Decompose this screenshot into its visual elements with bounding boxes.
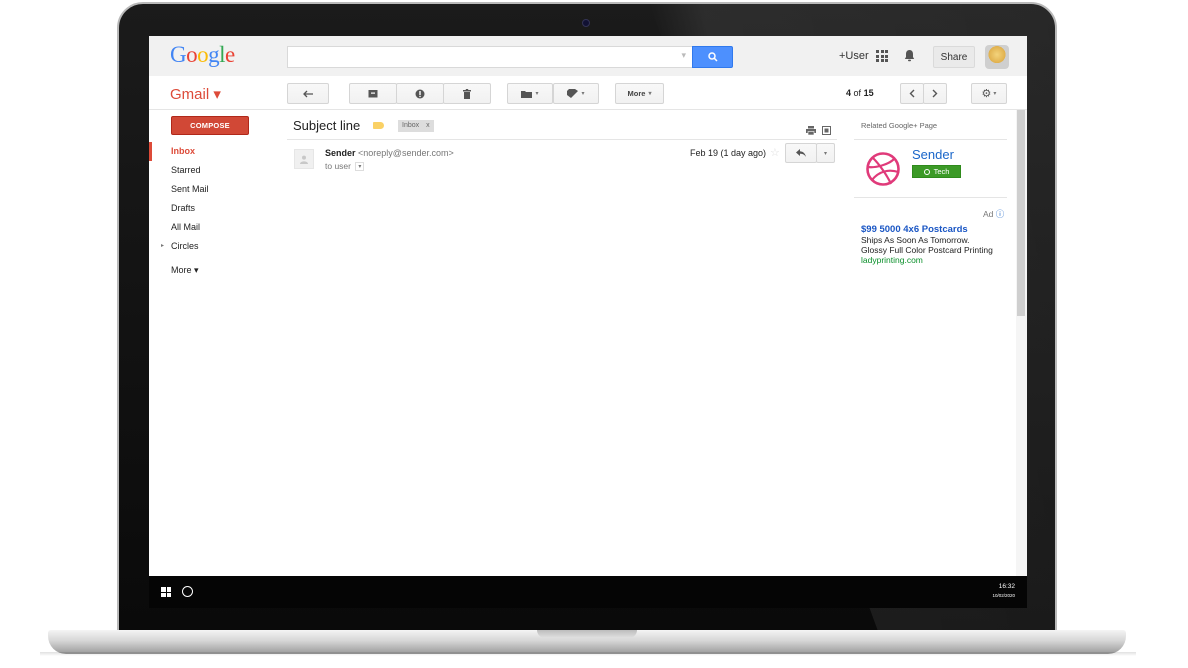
nav-item-drafts[interactable]: Drafts: [149, 199, 279, 218]
camera: [582, 19, 590, 27]
search-button[interactable]: [692, 46, 733, 68]
ad-url-link[interactable]: ladyprinting.com: [861, 255, 923, 265]
recipient-line: to user ▾: [325, 161, 365, 172]
message-date: Feb 19 (1 day ago): [690, 148, 767, 158]
search-input[interactable]: ▾: [287, 46, 693, 68]
gear-icon: ⚙: [981, 88, 992, 100]
search-options-icon[interactable]: ▾: [681, 50, 686, 61]
message-divider: [287, 139, 837, 140]
apps-grid-icon[interactable]: [876, 50, 888, 62]
related-page-heading: Related Google+ Page: [861, 121, 938, 130]
search-icon: [707, 52, 718, 62]
reply-options-button[interactable]: ▾: [816, 143, 835, 163]
email-subject: Subject line: [293, 118, 361, 133]
notifications-bell-icon[interactable]: [904, 49, 915, 67]
pagination-count: 4 of 15: [846, 88, 874, 98]
nav-item-all-mail[interactable]: All Mail: [149, 218, 279, 237]
star-icon[interactable]: ☆: [770, 146, 780, 159]
remove-label-icon[interactable]: x: [426, 122, 430, 129]
user-avatar[interactable]: [985, 45, 1009, 69]
nav-item-circles-label: Circles: [171, 241, 199, 251]
chevron-down-icon: ▾: [581, 91, 585, 97]
panel-divider: [854, 197, 1007, 198]
base-notch: [537, 630, 637, 638]
reply-arrow-icon: [796, 149, 806, 157]
compose-button[interactable]: COMPOSE: [171, 116, 249, 135]
expand-arrow-icon[interactable]: ▸: [161, 237, 164, 256]
panel-divider: [854, 139, 1007, 140]
nav-more-button[interactable]: More ▾: [149, 261, 279, 280]
spam-icon: [415, 89, 425, 98]
importance-marker-icon[interactable]: [373, 122, 384, 129]
back-arrow-icon: [302, 90, 313, 97]
more-actions-label: More: [627, 89, 646, 98]
chevron-down-icon: ▾: [993, 91, 997, 97]
back-button[interactable]: [287, 83, 329, 104]
person-icon: [300, 155, 308, 164]
sender-name[interactable]: Sender: [325, 148, 356, 158]
sender-line: Sender <noreply@sender.com>: [325, 148, 454, 158]
screen: Google ▾ +User Share Gmail ▾ ▾ ▾ More ▾ …: [149, 36, 1027, 608]
folder-icon: [521, 90, 533, 98]
inbox-label-chip[interactable]: Inbox x: [398, 120, 434, 132]
nav-item-inbox[interactable]: Inbox: [149, 142, 279, 161]
move-to-button[interactable]: ▾: [507, 83, 553, 104]
archive-button[interactable]: [349, 83, 397, 104]
plus-user-link[interactable]: +User: [839, 50, 869, 62]
more-actions-button[interactable]: More ▾: [615, 83, 664, 104]
ad-title-link[interactable]: $99 5000 4x6 Postcards: [861, 224, 968, 235]
circle-icon: [923, 168, 930, 175]
clock-time[interactable]: 16:32: [999, 583, 1015, 590]
nav-item-sent-mail[interactable]: Sent Mail: [149, 180, 279, 199]
sender-email: <noreply@sender.com>: [358, 148, 454, 158]
older-button[interactable]: [923, 83, 947, 104]
gmail-switcher[interactable]: Gmail ▾: [170, 85, 221, 103]
settings-button[interactable]: ⚙ ▾: [971, 83, 1007, 104]
ad-label-text: Ad: [983, 209, 994, 219]
action-toolbar: Gmail ▾ ▾ ▾ More ▾ 4 of 15 ⚙ ▾: [149, 76, 1027, 110]
print-icon[interactable]: [806, 122, 816, 140]
recipient-text: to user: [325, 161, 351, 171]
chevron-left-icon: [909, 89, 915, 98]
chevron-down-icon: ▾: [535, 91, 539, 97]
chevron-down-icon: ▾: [648, 91, 652, 97]
labels-button[interactable]: ▾: [553, 83, 599, 104]
google-plus-page-name[interactable]: Sender: [912, 147, 954, 162]
clock-date[interactable]: 10/02/2020: [992, 593, 1015, 598]
share-button[interactable]: Share: [933, 46, 975, 68]
dribbble-logo-icon[interactable]: [865, 151, 901, 192]
scrollbar-thumb[interactable]: [1017, 110, 1025, 316]
follow-label: Tech: [933, 167, 950, 176]
nav-item-circles[interactable]: ▸ Circles: [149, 237, 279, 256]
chevron-right-icon: [932, 89, 938, 98]
reply-button[interactable]: [785, 143, 817, 163]
label-tag-icon: [567, 89, 579, 98]
delete-button[interactable]: [443, 83, 491, 104]
cortana-search-icon[interactable]: [182, 586, 193, 597]
google-logo[interactable]: Google: [170, 42, 235, 68]
inbox-label-text: Inbox: [402, 122, 420, 129]
ad-description-line: Ships As Soon As Tomorrow.: [861, 235, 970, 245]
archive-icon: [368, 90, 378, 98]
report-spam-button[interactable]: [396, 83, 444, 104]
nav-item-starred[interactable]: Starred: [149, 161, 279, 180]
base-shadow: [40, 652, 1136, 656]
ad-description-line: Glossy Full Color Postcard Printing: [861, 245, 993, 255]
follow-button[interactable]: Tech: [912, 165, 961, 178]
show-details-icon[interactable]: ▾: [355, 162, 365, 172]
windows-start-icon[interactable]: [161, 587, 171, 597]
ad-label: Ad ⓘ: [983, 208, 1004, 220]
info-icon[interactable]: ⓘ: [996, 209, 1005, 219]
new-window-icon[interactable]: [822, 122, 831, 140]
laptop-base: [48, 630, 1126, 654]
trash-icon: [463, 88, 471, 99]
os-taskbar: 16:32 10/02/2020: [149, 576, 1027, 608]
top-bar: Google ▾ +User Share: [149, 36, 1027, 76]
sender-avatar[interactable]: [294, 149, 314, 169]
folder-nav: Inbox Starred Sent Mail Drafts All Mail …: [149, 142, 279, 280]
newer-button[interactable]: [900, 83, 924, 104]
chevron-down-icon: ▾: [823, 150, 827, 157]
